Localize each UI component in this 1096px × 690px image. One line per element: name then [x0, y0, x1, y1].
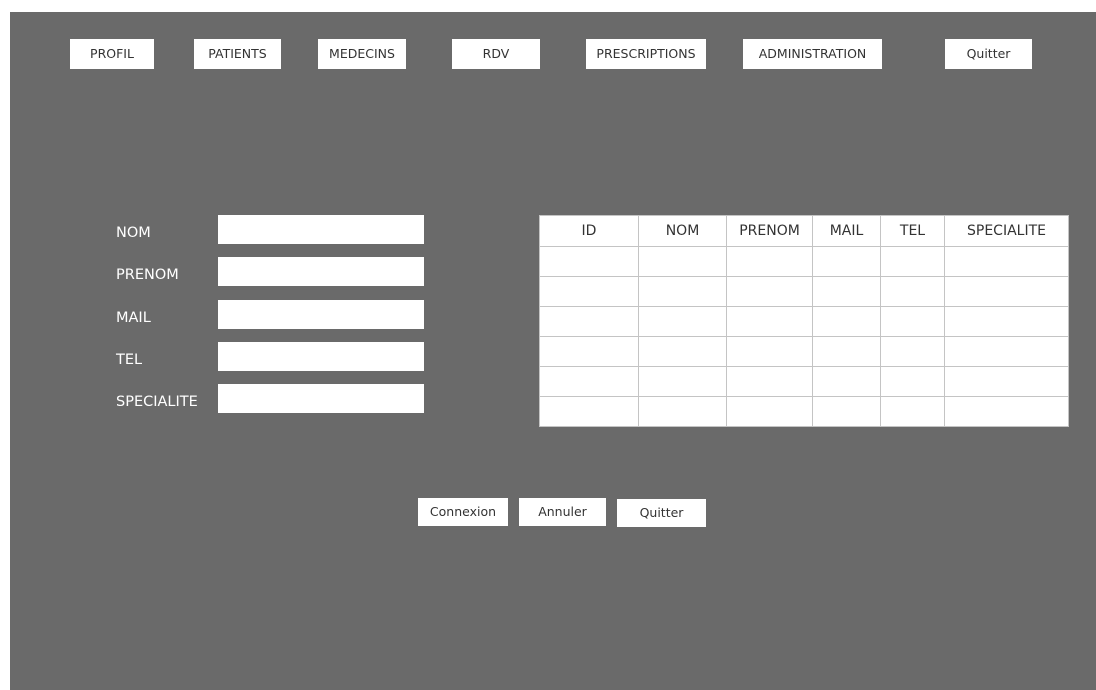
quitter-button[interactable]: Quitter [617, 499, 706, 527]
table-cell[interactable] [726, 276, 813, 307]
table-cell[interactable] [944, 396, 1069, 427]
nav-button-prescriptions[interactable]: PRESCRIPTIONS [586, 39, 706, 69]
table-cell[interactable] [726, 366, 813, 397]
table-cell[interactable] [726, 396, 813, 427]
label-specialite: SPECIALITE [116, 394, 198, 410]
column-header-id[interactable]: ID [539, 215, 639, 247]
table-cell[interactable] [539, 366, 639, 397]
nav-button-medecins[interactable]: MEDECINS [318, 39, 406, 69]
table-cell[interactable] [944, 246, 1069, 277]
nav-button-patients[interactable]: PATIENTS [194, 39, 281, 69]
table-cell[interactable] [726, 246, 813, 277]
table-cell[interactable] [638, 276, 727, 307]
annuler-button[interactable]: Annuler [519, 498, 606, 526]
column-header-prenom[interactable]: PRENOM [726, 215, 813, 247]
table-row[interactable] [539, 306, 1069, 337]
table-cell[interactable] [812, 246, 881, 277]
table-cell[interactable] [726, 336, 813, 367]
table-cell[interactable] [880, 366, 945, 397]
table-cell[interactable] [726, 306, 813, 337]
table-cell[interactable] [880, 276, 945, 307]
input-mail[interactable] [218, 300, 424, 329]
table-cell[interactable] [539, 306, 639, 337]
column-header-mail[interactable]: MAIL [812, 215, 881, 247]
input-specialite[interactable] [218, 384, 424, 413]
table-cell[interactable] [638, 366, 727, 397]
table-row[interactable] [539, 276, 1069, 307]
input-prenom[interactable] [218, 257, 424, 286]
table-cell[interactable] [812, 336, 881, 367]
nav-button-profil[interactable]: PROFIL [70, 39, 154, 69]
table-cell[interactable] [944, 306, 1069, 337]
table-cell[interactable] [880, 246, 945, 277]
table-cell[interactable] [944, 336, 1069, 367]
table-cell[interactable] [880, 306, 945, 337]
table-cell[interactable] [880, 396, 945, 427]
table-cell[interactable] [944, 276, 1069, 307]
table-cell[interactable] [880, 336, 945, 367]
label-mail: MAIL [116, 310, 151, 326]
table-cell[interactable] [539, 276, 639, 307]
table-cell[interactable] [539, 396, 639, 427]
table-cell[interactable] [638, 336, 727, 367]
table-row[interactable] [539, 336, 1069, 367]
medecins-table[interactable]: ID NOM PRENOM MAIL TEL SPECIALITE [539, 215, 1069, 427]
label-nom: NOM [116, 225, 151, 241]
table-cell[interactable] [638, 306, 727, 337]
table-cell[interactable] [812, 306, 881, 337]
nav-button-administration[interactable]: ADMINISTRATION [743, 39, 882, 69]
app-window: PROFIL PATIENTS MEDECINS RDV PRESCRIPTIO… [10, 12, 1096, 690]
column-header-specialite[interactable]: SPECIALITE [944, 215, 1069, 247]
table-cell[interactable] [638, 246, 727, 277]
column-header-nom[interactable]: NOM [638, 215, 727, 247]
input-nom[interactable] [218, 215, 424, 244]
nav-button-quitter[interactable]: Quitter [945, 39, 1032, 69]
table-cell[interactable] [812, 366, 881, 397]
table-cell[interactable] [539, 336, 639, 367]
table-row[interactable] [539, 396, 1069, 427]
table-row[interactable] [539, 246, 1069, 277]
connexion-button[interactable]: Connexion [418, 498, 508, 526]
label-tel: TEL [116, 352, 143, 368]
table-row[interactable] [539, 366, 1069, 397]
table-cell[interactable] [944, 366, 1069, 397]
column-header-tel[interactable]: TEL [880, 215, 945, 247]
table-header-row: ID NOM PRENOM MAIL TEL SPECIALITE [539, 215, 1069, 247]
input-tel[interactable] [218, 342, 424, 371]
table-cell[interactable] [812, 276, 881, 307]
table-cell[interactable] [638, 396, 727, 427]
nav-button-rdv[interactable]: RDV [452, 39, 540, 69]
table-cell[interactable] [812, 396, 881, 427]
table-cell[interactable] [539, 246, 639, 277]
label-prenom: PRENOM [116, 267, 179, 283]
